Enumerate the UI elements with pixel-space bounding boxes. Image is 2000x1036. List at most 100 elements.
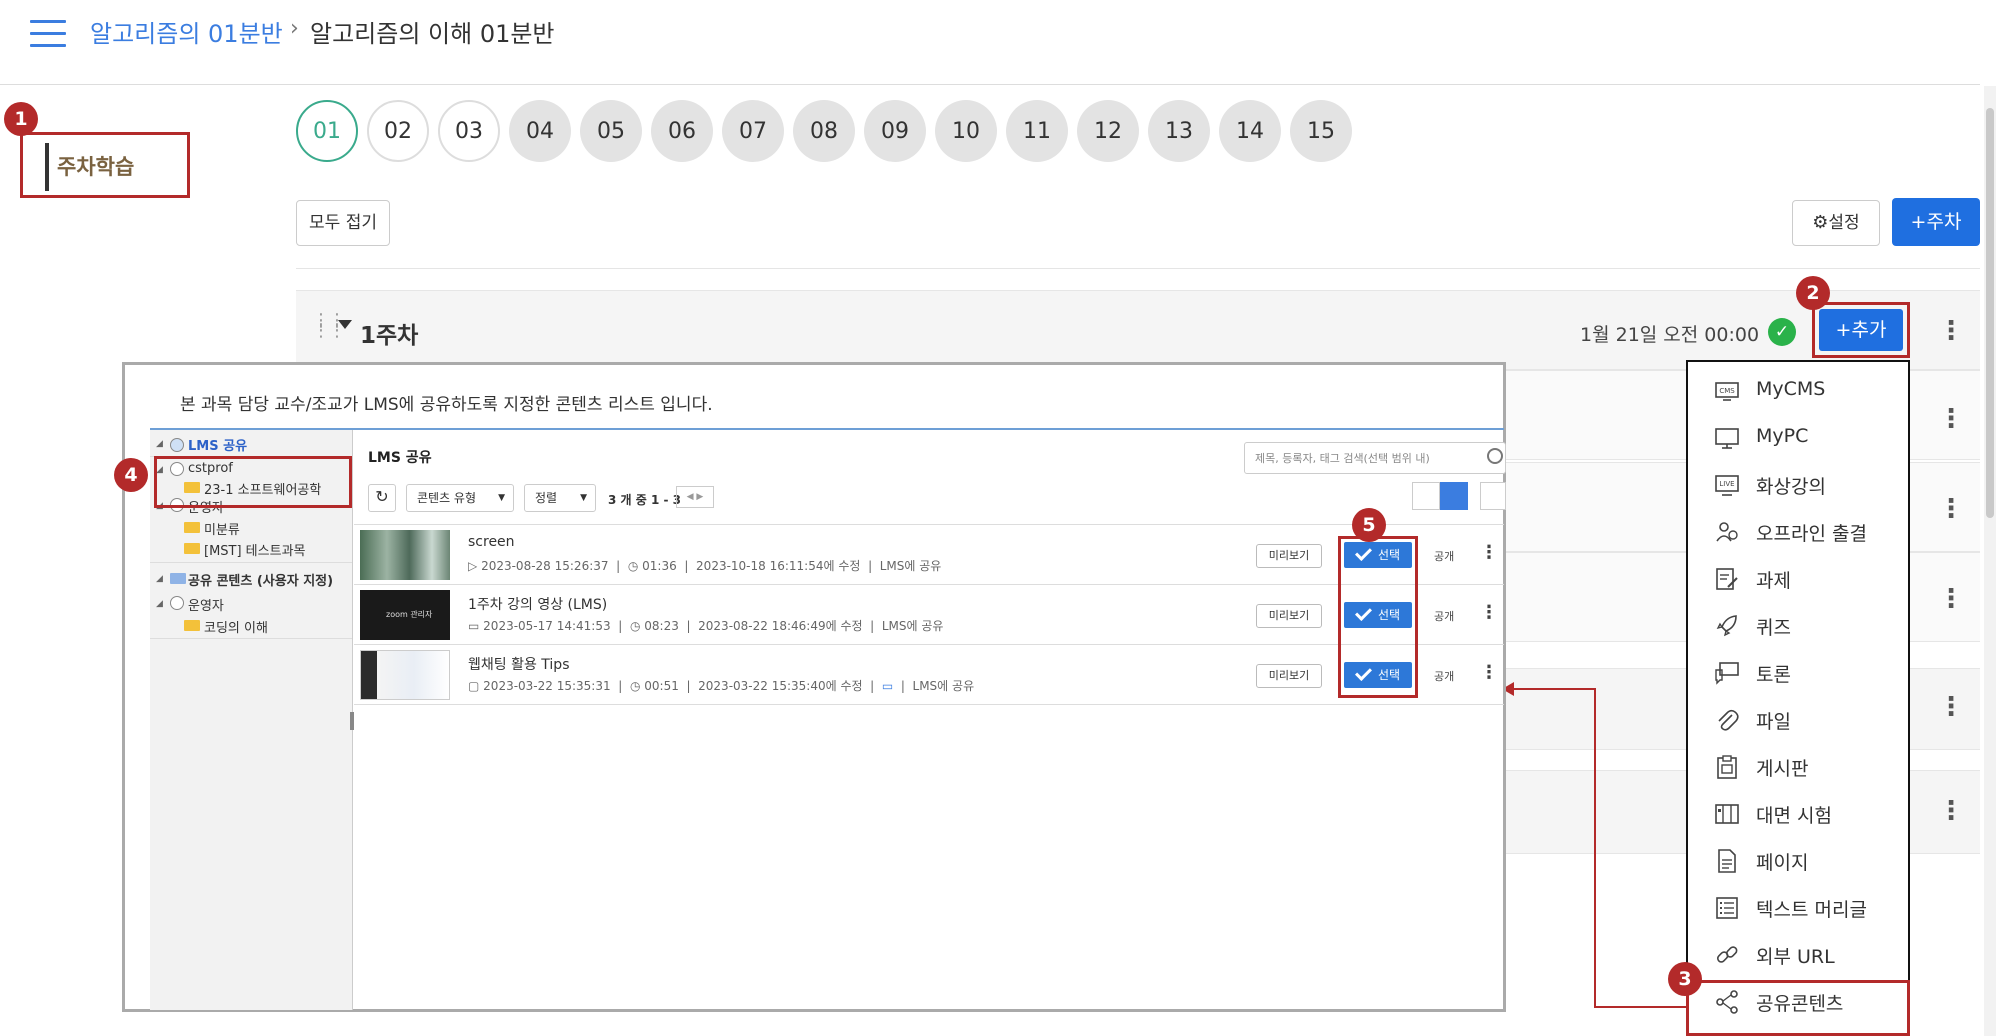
breadcrumb-separator-icon: › — [290, 16, 299, 41]
tree-owner-admin[interactable]: 운영자 — [188, 595, 224, 614]
live-icon: LIVE — [1715, 475, 1739, 496]
expand-arrow-icon[interactable]: ◢ — [156, 599, 163, 609]
menu-item-label: 퀴즈 — [1756, 617, 1791, 639]
menu-item-file[interactable]: 파일 — [1688, 697, 1912, 743]
tree-root-custom-shared[interactable]: 공유 콘텐츠 (사용자 지정) — [188, 570, 333, 589]
menu-item-external-url[interactable]: 외부 URL — [1688, 932, 1912, 978]
more-options-icon[interactable]: ⋮ — [1480, 602, 1498, 623]
expand-arrow-icon[interactable]: ◢ — [156, 439, 163, 449]
grid-view-icon[interactable] — [1480, 482, 1506, 510]
menu-item-quiz[interactable]: 퀴즈 — [1688, 603, 1912, 649]
cms-icon: CMS — [1715, 382, 1739, 401]
content-title[interactable]: 웹채팅 활용 Tips — [468, 654, 570, 674]
content-title[interactable]: screen — [468, 534, 515, 550]
menu-item-discussion[interactable]: 토론 — [1688, 650, 1912, 696]
expand-arrow-icon[interactable]: ◢ — [156, 574, 163, 584]
week-circle-04[interactable]: 04 — [509, 100, 571, 162]
week-circle-09[interactable]: 09 — [864, 100, 926, 162]
visibility-label: 공개 — [1434, 550, 1455, 563]
week-circle-01[interactable]: 01 — [296, 100, 358, 162]
tree-separator — [150, 562, 352, 563]
content-duration: 01:36 — [642, 559, 677, 573]
toolbar-divider — [296, 268, 1980, 269]
breadcrumb-course[interactable]: 알고리즘의 01분반 — [90, 14, 283, 49]
add-week-button[interactable]: +주차 — [1892, 198, 1980, 246]
week-circle-12[interactable]: 12 — [1077, 100, 1139, 162]
week-circle-08[interactable]: 08 — [793, 100, 855, 162]
link-icon — [1716, 946, 1738, 963]
settings-button[interactable]: ⚙설정 — [1792, 200, 1880, 246]
more-options-icon[interactable]: ⋮ — [1938, 494, 1964, 524]
tree-folder-coding[interactable]: 코딩의 이해 — [204, 617, 268, 636]
list-view-icon[interactable] — [1412, 482, 1440, 510]
more-options-icon[interactable]: ⋮ — [1938, 584, 1964, 614]
header-divider — [0, 84, 1980, 85]
tree-root-lms-share[interactable]: LMS 공유 — [188, 435, 247, 454]
hamburger-menu-icon[interactable] — [30, 20, 66, 48]
more-options-icon[interactable]: ⋮ — [1480, 542, 1498, 563]
content-search-input[interactable]: 제목, 등록자, 태그 검색(선택 범위 내) — [1244, 442, 1506, 474]
more-options-icon[interactable]: ⋮ — [1938, 316, 1964, 346]
content-thumbnail[interactable] — [360, 530, 450, 580]
more-options-icon[interactable]: ⋮ — [1938, 404, 1964, 434]
menu-item-in-person-exam[interactable]: 대면 시험 — [1688, 791, 1912, 837]
week-circle-06[interactable]: 06 — [651, 100, 713, 162]
content-type-filter[interactable]: 콘텐츠 유형 ▼ — [406, 484, 514, 512]
search-icon[interactable] — [1487, 448, 1503, 464]
panel-splitter[interactable] — [350, 712, 354, 730]
menu-item-label: 화상강의 — [1756, 476, 1826, 498]
menu-item-mycms[interactable]: CMS MyCMS — [1688, 368, 1912, 414]
week-circle-02[interactable]: 02 — [367, 100, 429, 162]
more-options-icon[interactable]: ⋮ — [1480, 662, 1498, 683]
page-scrollbar[interactable] — [1984, 86, 1996, 1036]
menu-item-text-header[interactable]: 텍스트 머리글 — [1688, 885, 1912, 931]
week-circle-11[interactable]: 11 — [1006, 100, 1068, 162]
preview-button[interactable]: 미리보기 — [1256, 664, 1322, 688]
gear-icon: ⚙ — [1812, 212, 1829, 233]
menu-item-label: 게시판 — [1756, 758, 1809, 780]
content-thumbnail[interactable]: zoom 관리자 — [360, 590, 450, 640]
collapse-caret-icon[interactable] — [338, 320, 352, 329]
menu-item-mypc[interactable]: MyPC — [1688, 415, 1912, 461]
content-title[interactable]: 1주차 강의 영상 (LMS) — [468, 594, 607, 614]
more-options-icon[interactable]: ⋮ — [1938, 796, 1964, 826]
week-circle-07[interactable]: 07 — [722, 100, 784, 162]
more-options-icon[interactable]: ⋮ — [1938, 692, 1964, 722]
week-circle-13[interactable]: 13 — [1148, 100, 1210, 162]
detail-view-icon[interactable] — [1440, 482, 1468, 510]
nav-active-indicator — [45, 143, 49, 191]
add-item-button[interactable]: +추가 — [1819, 309, 1903, 351]
menu-item-video-lecture[interactable]: LIVE 화상강의 — [1688, 462, 1912, 508]
sort-filter[interactable]: 정렬 ▼ — [524, 484, 596, 512]
menu-item-label: 오프라인 출결 — [1756, 523, 1867, 545]
week-circle-14[interactable]: 14 — [1219, 100, 1281, 162]
menu-item-assignment[interactable]: 과제 — [1688, 556, 1912, 602]
week-circle-15[interactable]: 15 — [1290, 100, 1352, 162]
week-circle-05[interactable]: 05 — [580, 100, 642, 162]
week-circle-03[interactable]: 03 — [438, 100, 500, 162]
nav-item-weekly[interactable]: 주차학습 — [20, 132, 190, 198]
tree-folder-uncategorized[interactable]: 미분류 — [204, 519, 240, 538]
pager-arrows-icon[interactable]: ◀ ▶ — [676, 486, 714, 508]
list-divider — [354, 644, 1504, 645]
menu-item-offline-attendance[interactable]: 오프라인 출결 — [1688, 509, 1912, 555]
week-circle-10[interactable]: 10 — [935, 100, 997, 162]
menu-item-board[interactable]: 게시판 — [1688, 744, 1912, 790]
folder-icon — [184, 522, 200, 533]
menu-item-page[interactable]: 페이지 — [1688, 838, 1912, 884]
content-modified: 2023-08-22 18:46:49에 수정 — [698, 619, 863, 633]
refresh-icon[interactable]: ↻ — [368, 484, 396, 512]
scrollbar-thumb[interactable] — [1986, 108, 1994, 518]
content-thumbnail[interactable] — [360, 650, 450, 700]
menu-item-label: MyPC — [1756, 425, 1809, 447]
preview-button[interactable]: 미리보기 — [1256, 544, 1322, 568]
collapse-all-button[interactable]: 모두 접기 — [296, 200, 390, 246]
preview-button[interactable]: 미리보기 — [1256, 604, 1322, 628]
menu-item-label: 대면 시험 — [1756, 805, 1832, 827]
tree-folder-test-course[interactable]: [MST] 테스트과목 — [204, 540, 306, 559]
content-created: 2023-08-28 15:26:37 — [481, 559, 609, 573]
published-check-icon: ✓ — [1768, 318, 1796, 346]
result-count: 3 개 중 1 - 3 — [608, 493, 681, 507]
exam-icon — [1715, 804, 1739, 824]
connector-line — [1514, 688, 1596, 690]
